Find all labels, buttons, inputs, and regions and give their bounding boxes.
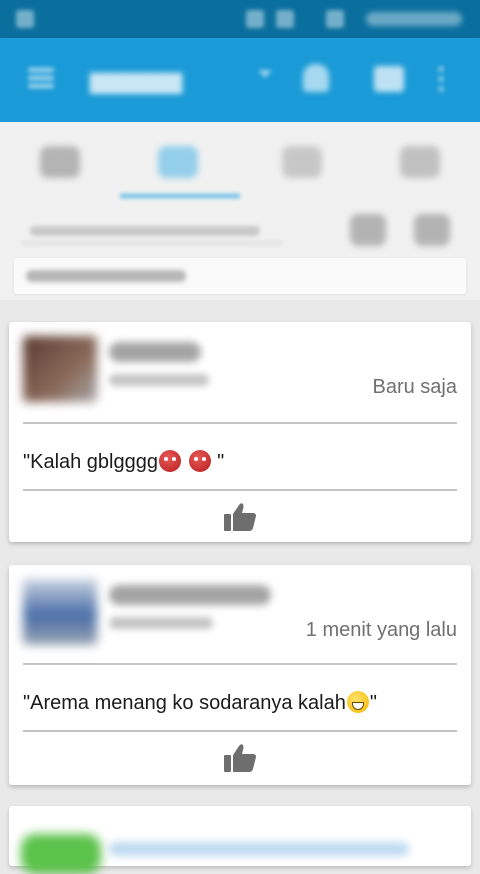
author-meta <box>109 374 209 386</box>
grinning-face-icon <box>346 691 369 713</box>
compose-box[interactable] <box>14 258 466 294</box>
divider <box>23 489 457 491</box>
post-header <box>9 565 287 651</box>
tab-home-icon[interactable] <box>40 146 80 178</box>
tabs-area <box>0 122 480 300</box>
search-input[interactable] <box>22 224 282 244</box>
author-name[interactable] <box>109 342 201 362</box>
comment-text: "Arema menang ko sodaranya kalah <box>23 692 346 714</box>
comment-text-close: " <box>369 692 377 714</box>
post-comment: "Kalah gblgggg " <box>23 450 224 474</box>
more-options-icon[interactable] <box>438 66 444 92</box>
angry-face-icon <box>188 450 211 472</box>
camera-button[interactable] <box>350 214 386 246</box>
tab-settings-icon[interactable] <box>400 146 440 178</box>
app-bar: ▆▆▆▆▆ <box>0 38 480 122</box>
signal-icon <box>246 10 264 28</box>
avatar[interactable] <box>23 579 97 645</box>
post-header <box>9 322 227 408</box>
thumbs-up-icon[interactable] <box>223 502 257 532</box>
comment-text-close: " <box>211 451 225 473</box>
tab-feed-icon[interactable] <box>158 146 198 178</box>
message-icon[interactable] <box>374 66 404 92</box>
divider <box>23 422 457 424</box>
active-tab-indicator <box>120 194 240 198</box>
author-meta <box>109 617 213 629</box>
app-title: ▆▆▆▆▆ <box>90 67 183 94</box>
status-time <box>366 12 462 26</box>
chevron-down-icon[interactable] <box>258 70 272 78</box>
divider <box>23 730 457 732</box>
divider <box>23 663 457 665</box>
avatar[interactable] <box>23 336 97 402</box>
post-time: Baru saja <box>372 376 458 398</box>
wifi-icon <box>276 10 294 28</box>
battery-icon <box>326 10 344 28</box>
avatar[interactable] <box>21 834 101 874</box>
post-card <box>9 806 471 874</box>
post-comment: "Arema menang ko sodaranya kalah " <box>23 691 377 715</box>
comment-text: "Kalah gblgggg <box>23 451 158 473</box>
thumbs-up-icon[interactable] <box>223 743 257 773</box>
post-card: Baru saja "Kalah gblgggg " <box>9 322 471 542</box>
tab-profile-icon[interactable] <box>282 146 322 178</box>
angry-face-icon <box>159 450 181 472</box>
notification-bell-icon[interactable] <box>303 64 329 92</box>
notification-icon <box>16 10 34 28</box>
send-button[interactable] <box>414 214 450 246</box>
post-card: 1 menit yang lalu "Arema menang ko sodar… <box>9 565 471 785</box>
menu-icon[interactable] <box>28 68 54 88</box>
post-time: 1 menit yang lalu <box>305 619 457 641</box>
status-bar <box>0 0 480 38</box>
author-name[interactable] <box>109 585 271 605</box>
